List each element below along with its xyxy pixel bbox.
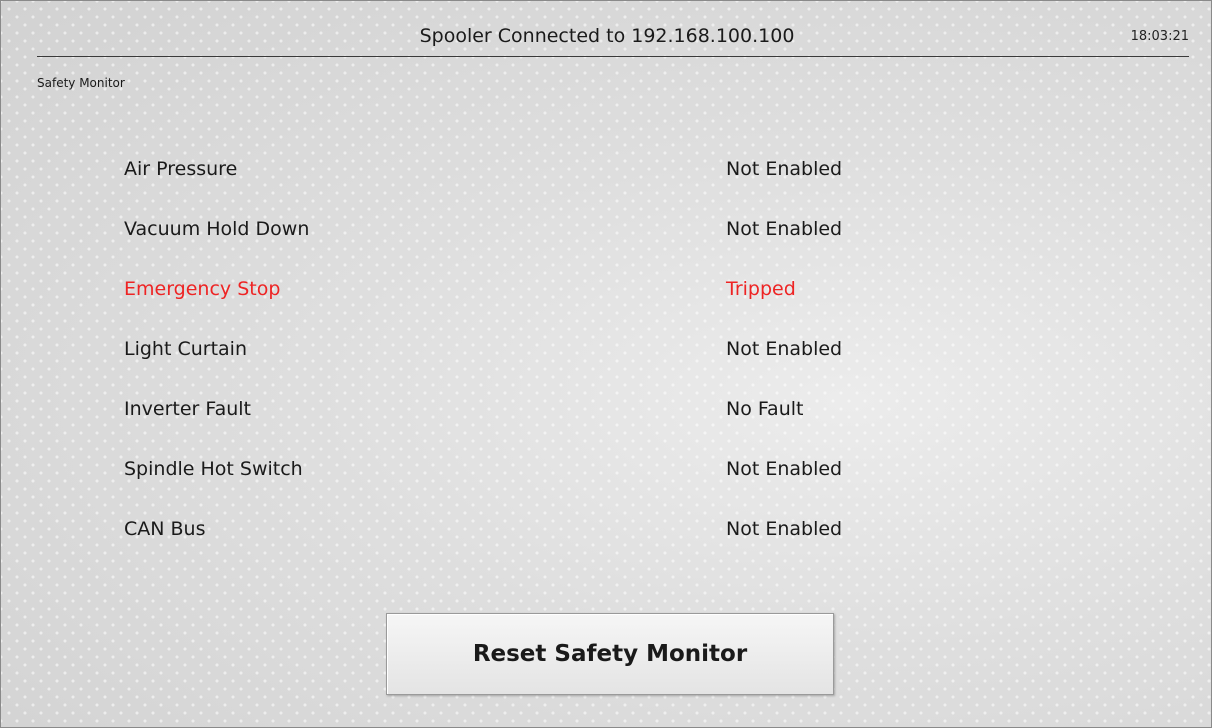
safety-item-status: Not Enabled	[726, 458, 843, 480]
safety-item-status: Tripped	[726, 278, 796, 300]
safety-item-name: Vacuum Hold Down	[124, 218, 310, 240]
safety-item-status: Not Enabled	[726, 518, 843, 540]
safety-row-vacuum-hold-down: Vacuum Hold Down Not Enabled	[124, 213, 1024, 273]
page-title: Safety Monitor	[37, 76, 125, 90]
safety-item-name: Light Curtain	[124, 338, 247, 360]
clock: 18:03:21	[1130, 29, 1189, 44]
safety-row-can-bus: CAN Bus Not Enabled	[124, 513, 1024, 573]
title-divider	[37, 56, 1189, 57]
safety-item-name: Inverter Fault	[124, 398, 251, 420]
safety-item-name: Emergency Stop	[124, 278, 281, 300]
safety-row-light-curtain: Light Curtain Not Enabled	[124, 333, 1024, 393]
connection-title: Spooler Connected to 192.168.100.100	[419, 25, 795, 47]
reset-safety-monitor-button[interactable]: Reset Safety Monitor	[386, 613, 834, 695]
safety-item-name: Spindle Hot Switch	[124, 458, 303, 480]
safety-item-status: No Fault	[726, 398, 804, 420]
safety-item-status: Not Enabled	[726, 338, 843, 360]
safety-item-status: Not Enabled	[726, 218, 843, 240]
safety-status-list: Air Pressure Not Enabled Vacuum Hold Dow…	[124, 153, 1024, 573]
safety-row-spindle-hot-switch: Spindle Hot Switch Not Enabled	[124, 453, 1024, 513]
safety-row-inverter-fault: Inverter Fault No Fault	[124, 393, 1024, 453]
safety-row-emergency-stop: Emergency Stop Tripped	[124, 273, 1024, 333]
safety-monitor-screen: Spooler Connected to 192.168.100.100 18:…	[0, 0, 1212, 728]
safety-item-status: Not Enabled	[726, 158, 843, 180]
safety-item-name: CAN Bus	[124, 518, 206, 540]
safety-row-air-pressure: Air Pressure Not Enabled	[124, 153, 1024, 213]
safety-item-name: Air Pressure	[124, 158, 238, 180]
